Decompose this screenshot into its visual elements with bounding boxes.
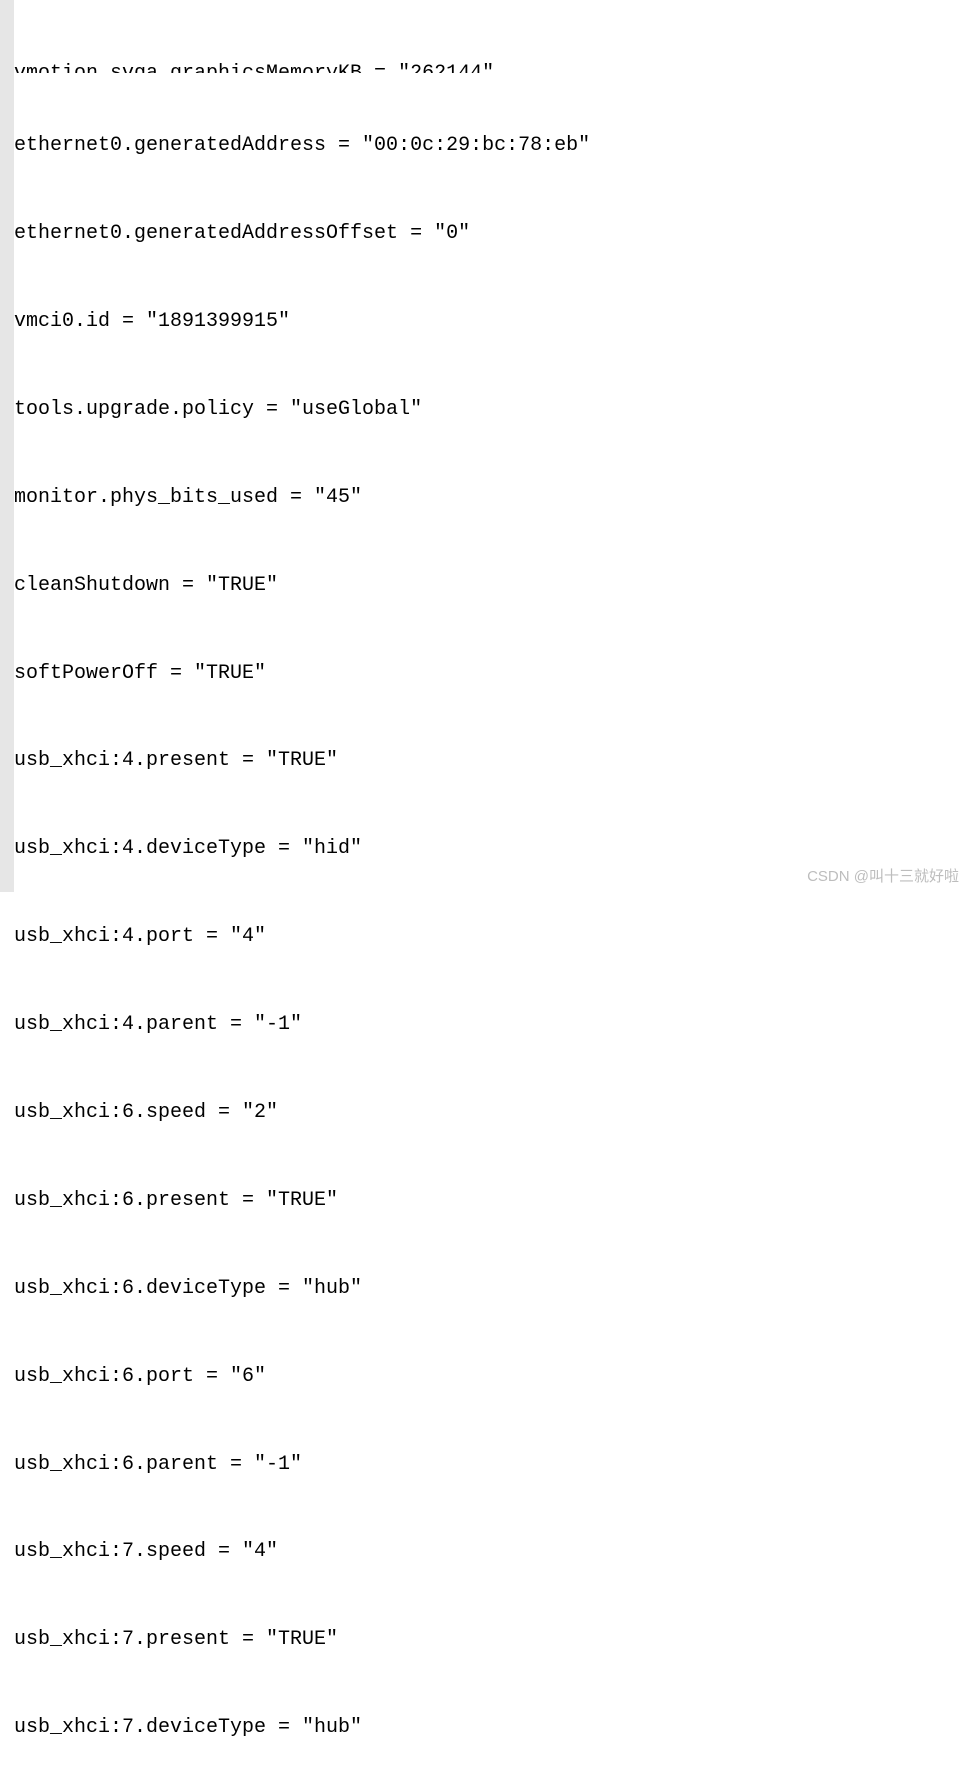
editor-content[interactable]: vmotion.svga.graphicsMemoryKB = "262144"… xyxy=(14,0,977,892)
config-line: usb_xhci:4.deviceType = "hid" xyxy=(14,834,977,863)
config-line: usb_xhci:4.present = "TRUE" xyxy=(14,746,977,775)
config-line: usb_xhci:6.parent = "-1" xyxy=(14,1450,977,1479)
config-line: usb_xhci:4.parent = "-1" xyxy=(14,1010,977,1039)
config-line: usb_xhci:6.port = "6" xyxy=(14,1362,977,1391)
editor-gutter xyxy=(0,0,14,892)
config-line: usb_xhci:7.speed = "4" xyxy=(14,1537,977,1566)
config-line: usb_xhci:7.present = "TRUE" xyxy=(14,1625,977,1654)
config-line: usb_xhci:6.present = "TRUE" xyxy=(14,1186,977,1215)
config-line: usb_xhci:4.port = "4" xyxy=(14,922,977,951)
csdn-watermark: CSDN @叫十三就好啦 xyxy=(807,865,959,886)
config-line: ethernet0.generatedAddress = "00:0c:29:b… xyxy=(14,131,977,160)
config-line: vmci0.id = "1891399915" xyxy=(14,307,977,336)
config-line: usb_xhci:6.speed = "2" xyxy=(14,1098,977,1127)
config-line: usb_xhci:6.deviceType = "hub" xyxy=(14,1274,977,1303)
config-line-cutoff: vmotion.svga.graphicsMemoryKB = "262144" xyxy=(14,59,977,73)
config-line: ethernet0.generatedAddressOffset = "0" xyxy=(14,219,977,248)
config-line: softPowerOff = "TRUE" xyxy=(14,659,977,688)
config-line: usb_xhci:7.deviceType = "hub" xyxy=(14,1713,977,1742)
config-line: monitor.phys_bits_used = "45" xyxy=(14,483,977,512)
config-line: cleanShutdown = "TRUE" xyxy=(14,571,977,600)
config-line: tools.upgrade.policy = "useGlobal" xyxy=(14,395,977,424)
